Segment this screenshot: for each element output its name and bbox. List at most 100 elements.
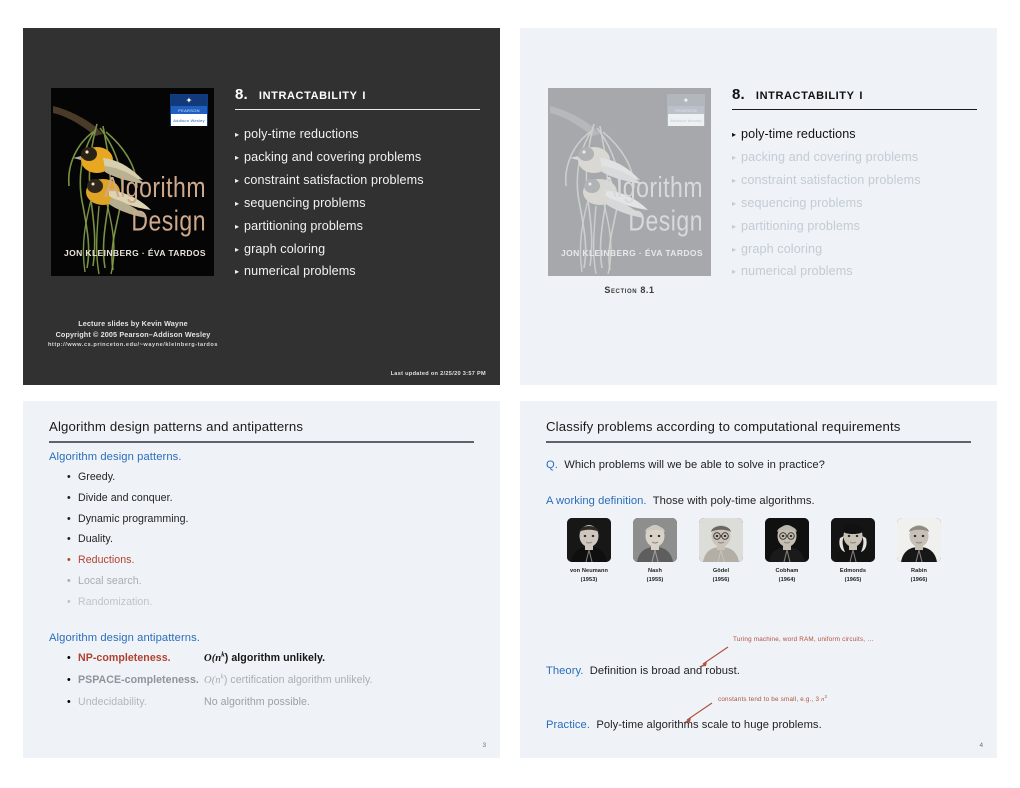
bullet-dot-icon: • bbox=[67, 695, 71, 708]
pattern-item-5: • Local search. bbox=[67, 571, 480, 592]
topic-label: partitioning problems bbox=[244, 218, 364, 233]
portrait-caption: Cobham (1964) bbox=[765, 567, 809, 585]
deck-title: 8. Intractability I bbox=[235, 86, 480, 103]
antipattern-row-0: • NP-completeness. O(nk) algorithm unlikel… bbox=[67, 648, 480, 670]
credit-url[interactable]: http://www.cs.princeton.edu/~wayne/klein… bbox=[35, 341, 231, 350]
antipattern-description: O(nk) algorithm unlikely. bbox=[204, 650, 326, 665]
topic-item-0[interactable]: ▸ poly-time reductions bbox=[235, 123, 480, 146]
topic-list-slide2: ▸ poly-time reductions ▸ packing and coveri… bbox=[732, 123, 977, 283]
slide-4-classify-problems[interactable]: Classify problems according to computati… bbox=[520, 401, 997, 758]
portrait-year: (1964) bbox=[778, 576, 796, 583]
pattern-label: Randomization. bbox=[78, 595, 153, 608]
topic-item-2[interactable]: ▸ constraint satisfaction problems bbox=[235, 169, 480, 192]
topic-item-4[interactable]: ▸ partitioning problems bbox=[235, 215, 480, 238]
slide-3-heading: Algorithm design patterns and antipatter… bbox=[49, 419, 304, 434]
algorithm-design-book-cover: ✦ PEARSON Addison Wesley Algorithm Desig… bbox=[51, 88, 214, 276]
bullet-triangle-icon: ▸ bbox=[235, 130, 240, 139]
bullet-dot-icon: • bbox=[67, 574, 71, 587]
annotation-practice-pre: constants tend to be small, e.g., 3 bbox=[718, 696, 822, 704]
topic-label: packing and covering problems bbox=[244, 149, 422, 164]
portrait-year: (1965) bbox=[844, 576, 862, 583]
portrait-photo bbox=[831, 518, 875, 562]
portrait-edmonds: Edmonds (1965) bbox=[831, 518, 875, 585]
slide-2-section-title[interactable]: ✦ PEARSON Addison Wesley Algorithm Desig… bbox=[520, 28, 997, 385]
bullet-triangle-icon: ▸ bbox=[732, 198, 737, 208]
researcher-portrait-gallery: von Neumann (1953) Nash (1955) Gödel (1956) Co… bbox=[567, 518, 941, 585]
antipattern-name: NP-completeness. bbox=[78, 652, 171, 665]
topic-item-0[interactable]: ▸ poly-time reductions bbox=[732, 123, 977, 146]
topic-item-3[interactable]: ▸ sequencing problems bbox=[235, 192, 480, 215]
portrait-year: (1953) bbox=[580, 576, 598, 583]
title-block-slide1: 8. Intractability I ▸ poly-time reductions… bbox=[235, 86, 480, 299]
pearson-logo-badge: ✦ PEARSON Addison Wesley bbox=[170, 94, 208, 126]
topic-label: partitioning problems bbox=[741, 218, 861, 233]
pattern-label: Reductions. bbox=[78, 554, 135, 566]
pearson-label: PEARSON bbox=[171, 106, 207, 114]
bullet-dot-icon: • bbox=[67, 674, 71, 686]
topic-label: numerical problems bbox=[741, 264, 853, 279]
portrait-name: Nash bbox=[647, 568, 663, 574]
slide-3-header: Algorithm design patterns and antipatter… bbox=[49, 419, 474, 443]
pattern-item-0: • Greedy. bbox=[67, 467, 480, 488]
topic-label: sequencing problems bbox=[244, 195, 366, 210]
antipattern-description: O(nk) certification algorithm unlikely. bbox=[204, 672, 373, 686]
topic-item-2[interactable]: ▸ constraint satisfaction problems bbox=[732, 169, 977, 192]
antipattern-name: Undecidability. bbox=[78, 695, 147, 708]
topic-item-3[interactable]: ▸ sequencing problems bbox=[732, 192, 977, 215]
pattern-item-6: • Randomization. bbox=[67, 592, 480, 613]
pattern-label: Local search. bbox=[78, 574, 142, 587]
addison-wesley-label: Addison Wesley bbox=[171, 114, 207, 126]
antipattern-description: No algorithm possible. bbox=[204, 695, 310, 708]
annotation-practice: constants tend to be small, e.g., 3 n2 bbox=[718, 694, 827, 703]
topic-item-1[interactable]: ▸ packing and covering problems bbox=[235, 146, 480, 169]
definition-key: A working definition. bbox=[546, 495, 647, 507]
topic-item-6[interactable]: ▸ numerical problems bbox=[732, 260, 977, 283]
pattern-item-1: • Divide and conquer. bbox=[67, 488, 480, 509]
book-authors: JON KLEINBERG · ÉVA TARDOS bbox=[63, 248, 206, 258]
slide-4-header: Classify problems according to computati… bbox=[546, 419, 971, 443]
pattern-item-2: • Dynamic programming. bbox=[67, 509, 480, 530]
lecture-credits: Lecture slides by Kevin Wayne Copyright … bbox=[35, 318, 231, 350]
topic-label: graph coloring bbox=[244, 241, 326, 256]
slide-1-title[interactable]: ✦ PEARSON Addison Wesley Algorithm Desig… bbox=[23, 28, 500, 385]
book-title: Algorithm Design bbox=[601, 170, 703, 237]
title-divider bbox=[235, 109, 480, 110]
theory-statement: Theory. Definition is broad and robust. bbox=[546, 665, 740, 677]
slide-4-body: Q. Which problems will we be able to sol… bbox=[546, 451, 977, 507]
topic-item-4[interactable]: ▸ partitioning problems bbox=[732, 215, 977, 238]
pattern-label: Duality. bbox=[78, 533, 113, 546]
bullet-dot-icon: • bbox=[67, 554, 71, 566]
bullet-triangle-icon: ▸ bbox=[732, 175, 737, 185]
portrait-cobham: Cobham (1964) bbox=[765, 518, 809, 585]
deck-name: Intractability I bbox=[755, 86, 863, 103]
portrait-photo bbox=[897, 518, 941, 562]
slide-4-heading: Classify problems according to computati… bbox=[546, 419, 901, 434]
last-updated-label: Last updated on 2/25/20 3:57 PM bbox=[390, 371, 486, 377]
bullet-dot-icon: • bbox=[67, 533, 71, 546]
portrait-caption: Rabin (1966) bbox=[897, 567, 941, 585]
topic-item-5[interactable]: ▸ graph coloring bbox=[732, 238, 977, 261]
antipattern-row-1: • PSPACE-completeness. O(nk) certification… bbox=[67, 670, 480, 692]
bullet-triangle-icon: ▸ bbox=[235, 221, 240, 231]
portrait-name: Cobham bbox=[775, 568, 799, 574]
deck-number: 8. bbox=[235, 86, 248, 103]
pattern-item-4: • Reductions. bbox=[67, 550, 480, 571]
question-key: Q. bbox=[546, 459, 558, 471]
portrait-year: (1966) bbox=[910, 576, 928, 583]
topic-item-6[interactable]: ▸ numerical problems bbox=[235, 260, 480, 283]
slide-3-design-patterns[interactable]: Algorithm design patterns and antipatter… bbox=[23, 401, 500, 758]
portrait-gödel: Gödel (1956) bbox=[699, 518, 743, 585]
pattern-label: Greedy. bbox=[78, 471, 116, 483]
slide-deck-grid: ✦ PEARSON Addison Wesley Algorithm Desig… bbox=[0, 0, 1020, 788]
question-text: Which problems will we be able to solve … bbox=[564, 459, 825, 471]
topic-item-1[interactable]: ▸ packing and covering problems bbox=[732, 146, 977, 169]
theory-text: Definition is broad and robust. bbox=[589, 665, 740, 677]
topic-label: packing and covering problems bbox=[741, 149, 919, 164]
bullet-triangle-icon: ▸ bbox=[235, 152, 240, 162]
deck-number: 8. bbox=[732, 86, 745, 103]
heading-divider bbox=[49, 441, 474, 443]
bullet-dot-icon: • bbox=[67, 491, 71, 504]
topic-item-5[interactable]: ▸ graph coloring bbox=[235, 238, 480, 261]
bullet-triangle-icon: ▸ bbox=[235, 244, 240, 254]
topic-label: constraint satisfaction problems bbox=[244, 172, 424, 187]
